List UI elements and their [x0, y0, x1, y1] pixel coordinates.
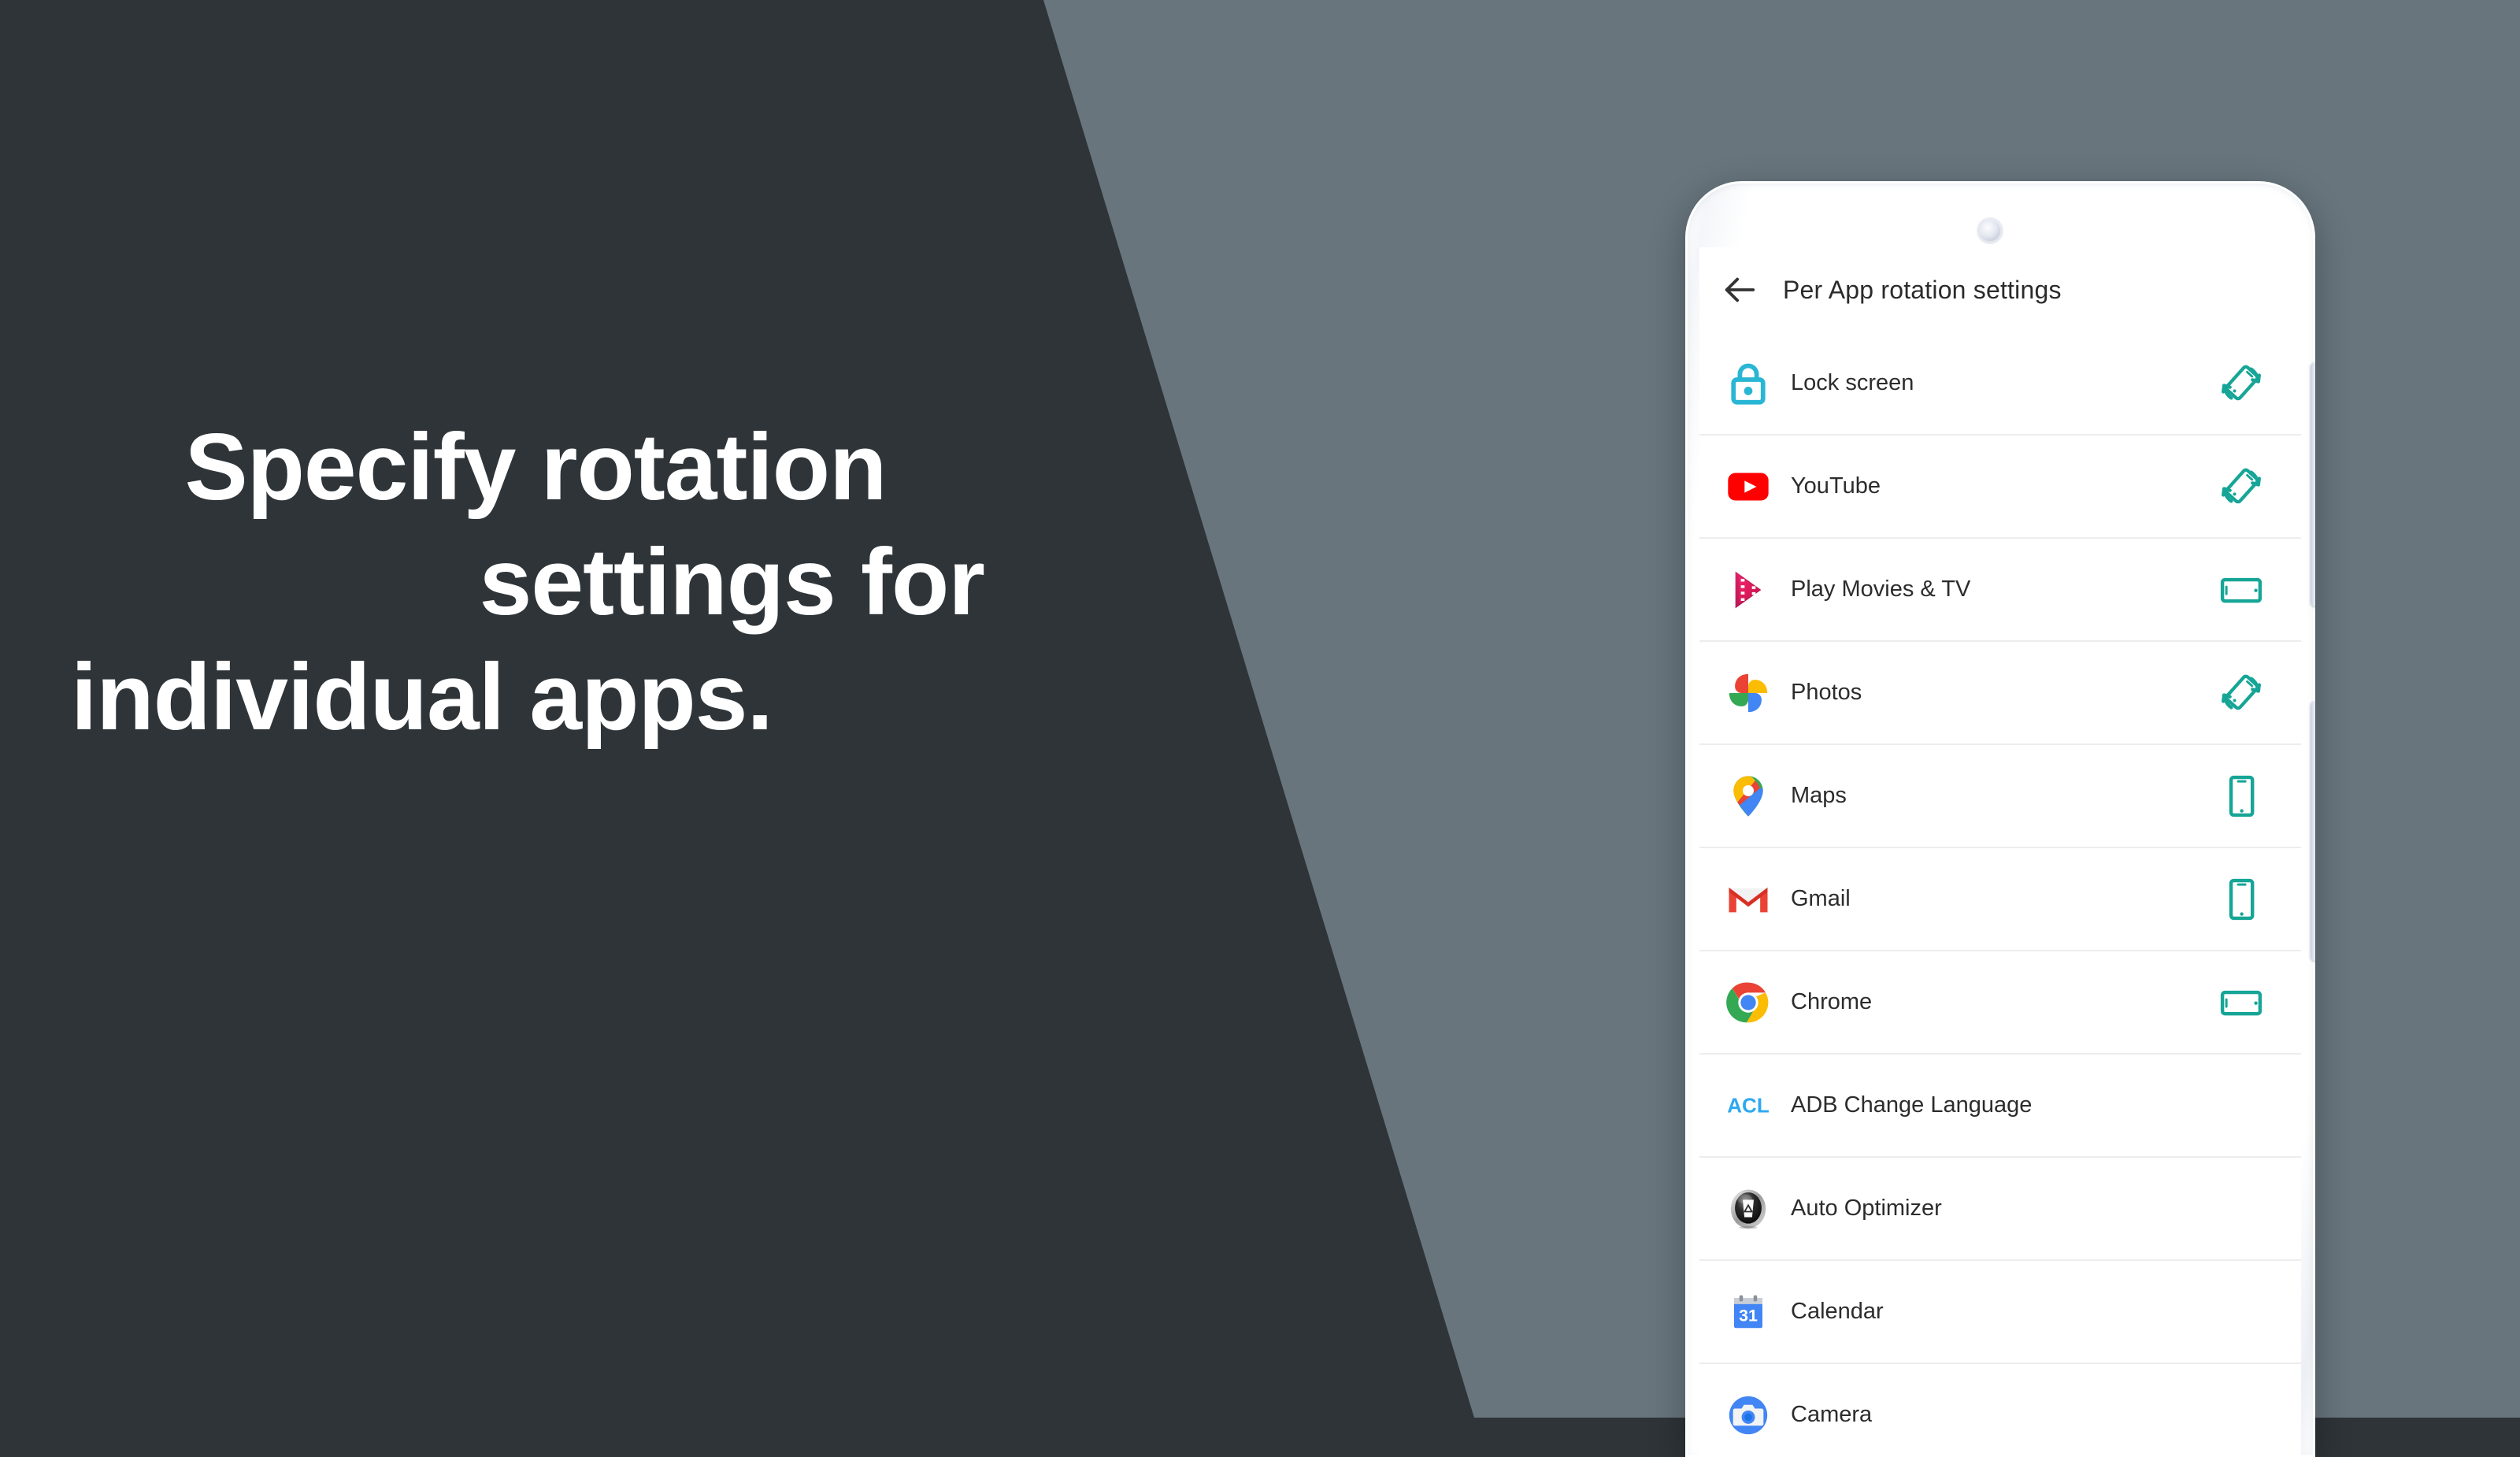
phone-mockup: Per App rotation settings Lock screen Yo…: [1685, 181, 2315, 1457]
rotation-mode-landscape-icon[interactable]: [2213, 562, 2270, 618]
app-rotation-row[interactable]: Auto Optimizer: [1699, 1158, 2301, 1261]
app-rotation-list: Lock screen YouTube Play Movies & TV Pho…: [1699, 332, 2301, 1457]
svg-text:31: 31: [1739, 1306, 1758, 1325]
app-rotation-row[interactable]: YouTube: [1699, 436, 2301, 539]
app-name-label: Lock screen: [1791, 370, 1914, 395]
app-name-label: Calendar: [1791, 1299, 1884, 1324]
rotation-mode-auto-rotate-icon[interactable]: [2213, 458, 2270, 515]
promo-headline: Specify rotation settings for individual…: [0, 417, 1071, 762]
app-rotation-row[interactable]: Lock screen: [1699, 332, 2301, 436]
auto-optimizer-icon: [1717, 1182, 1780, 1236]
rotation-mode-landscape-icon[interactable]: [2213, 974, 2270, 1031]
headline-line-2: settings for: [479, 529, 985, 635]
app-bar: Per App rotation settings: [1699, 247, 2301, 332]
headline-line-3: individual apps.: [71, 644, 773, 750]
app-name-label: Maps: [1791, 783, 1847, 808]
front-camera-dot: [1980, 221, 2000, 241]
app-rotation-row[interactable]: Chrome: [1699, 951, 2301, 1055]
app-rotation-row[interactable]: ACL ADB Change Language: [1699, 1055, 2301, 1158]
app-rotation-row[interactable]: 31 Calendar: [1699, 1261, 2301, 1364]
app-rotation-row[interactable]: Photos: [1699, 642, 2301, 745]
back-arrow-icon[interactable]: [1721, 272, 1758, 308]
google-photos-icon: [1717, 666, 1780, 720]
app-rotation-row[interactable]: Play Movies & TV: [1699, 539, 2301, 642]
app-rotation-row[interactable]: Gmail: [1699, 848, 2301, 951]
headline-line-1: Specify rotation: [184, 414, 888, 520]
gmail-icon: [1717, 873, 1780, 926]
app-name-label: Chrome: [1791, 989, 1873, 1014]
app-name-label: Gmail: [1791, 886, 1851, 911]
phone-screen: Per App rotation settings Lock screen Yo…: [1699, 247, 2301, 1457]
rotation-mode-portrait-icon[interactable]: [2213, 768, 2270, 825]
calendar-icon: 31: [1717, 1285, 1780, 1339]
app-rotation-row[interactable]: Maps: [1699, 745, 2301, 848]
app-rotation-row[interactable]: Camera: [1699, 1364, 2301, 1457]
power-button[interactable]: [2311, 701, 2315, 961]
camera-icon: [1717, 1388, 1780, 1442]
page-title: Per App rotation settings: [1783, 275, 2062, 304]
youtube-icon: [1717, 460, 1780, 513]
app-name-label: ADB Change Language: [1791, 1092, 2033, 1118]
chrome-icon: [1717, 976, 1780, 1029]
app-name-label: YouTube: [1791, 473, 1881, 499]
svg-text:ACL: ACL: [1727, 1093, 1770, 1117]
volume-rocker-button[interactable]: [2311, 362, 2315, 606]
app-name-label: Camera: [1791, 1402, 1873, 1427]
lock-icon: [1717, 357, 1780, 410]
acl-icon: ACL: [1717, 1079, 1780, 1133]
app-name-label: Photos: [1791, 680, 1862, 705]
rotation-mode-auto-rotate-icon[interactable]: [2213, 355, 2270, 412]
rotation-mode-auto-rotate-icon[interactable]: [2213, 665, 2270, 721]
rotation-mode-portrait-icon[interactable]: [2213, 871, 2270, 928]
google-maps-icon: [1717, 769, 1780, 823]
app-name-label: Auto Optimizer: [1791, 1196, 1942, 1221]
play-movies-icon: [1717, 563, 1780, 617]
app-name-label: Play Movies & TV: [1791, 576, 1971, 602]
